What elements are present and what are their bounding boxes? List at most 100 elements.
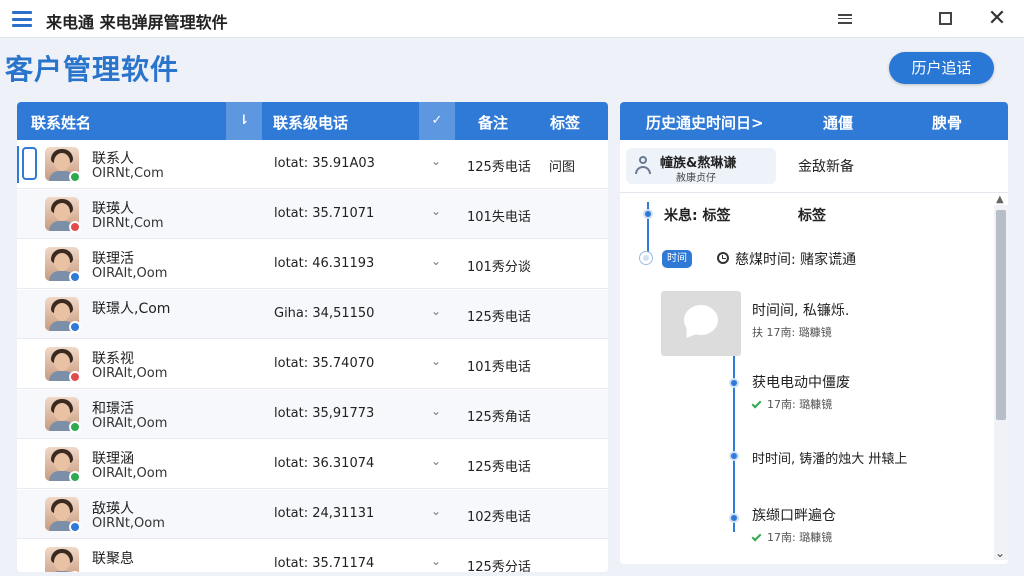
status-badge bbox=[69, 321, 81, 333]
event-meta: 扶 17南: 璐糠镜 bbox=[752, 326, 832, 339]
time-pill[interactable]: 时间 bbox=[662, 250, 692, 268]
table-row[interactable]: 和璟活 OIRAIt,Oom lotat: 35,91773 ⌄ 125秀角话 bbox=[17, 390, 608, 439]
user-icon bbox=[634, 156, 652, 174]
chevron-down-icon[interactable]: ⌄ bbox=[431, 454, 441, 468]
scroll-up-icon[interactable]: ▲ bbox=[996, 194, 1004, 205]
history-button[interactable]: 历户追话 bbox=[889, 52, 994, 84]
contact-name: 和璟活 bbox=[92, 401, 134, 417]
header-extra[interactable]: 腴骨 bbox=[932, 112, 962, 133]
contact-name: 联理涵 bbox=[92, 451, 134, 467]
contact-name: 联璟人,Com bbox=[92, 301, 171, 317]
contact-email: OIRAIt,Oom bbox=[92, 366, 168, 381]
scroll-down-icon[interactable]: ⌄ bbox=[995, 546, 1005, 560]
chevron-down-icon[interactable]: ⌄ bbox=[431, 354, 441, 368]
sort-name-button[interactable]: ⇂ bbox=[226, 102, 262, 140]
contact-phone: lotat: 35.91A03 bbox=[274, 156, 375, 171]
contact-phone: lotat: 35.71071 bbox=[274, 206, 375, 221]
check-icon bbox=[751, 531, 762, 542]
event-meta: 17南: 璐糠镜 bbox=[751, 529, 832, 545]
header-history-time[interactable]: 历史通史时间日> bbox=[646, 112, 764, 133]
table-row[interactable]: 联系人 OIRNt,Com lotat: 35.91A03 ⌄ 125秀电话 问图 bbox=[17, 140, 608, 189]
contact-note: 102秀电话 bbox=[467, 510, 531, 525]
contact-phone: lotat: 35,91773 bbox=[274, 406, 375, 421]
header-note[interactable]: 备注 bbox=[478, 112, 508, 133]
contact-phone: lotat: 35.74070 bbox=[274, 356, 375, 371]
contact-email: DIRNt,Com bbox=[92, 216, 164, 231]
status-badge bbox=[69, 521, 81, 533]
chevron-down-icon[interactable]: ⌄ bbox=[431, 154, 441, 168]
chevron-down-icon[interactable]: ⌄ bbox=[431, 304, 441, 318]
contact-name: 敌瑛人 bbox=[92, 501, 134, 517]
header-tag[interactable]: 标签 bbox=[550, 112, 580, 133]
event-title: 时间间, 私镰烁. bbox=[752, 303, 850, 319]
timeline-event-tag: 标签 bbox=[798, 208, 826, 224]
title-bar: 来电通 来电弹屏管理软件 ✕ bbox=[0, 0, 1024, 38]
table-row[interactable]: 联理活 OIRAIt,Oom lotat: 46.31193 ⌄ 101秀分谈 bbox=[17, 240, 608, 289]
chevron-down-icon[interactable]: ⌄ bbox=[431, 504, 441, 518]
contact-email: OIRAIt,Oom bbox=[92, 266, 168, 281]
close-button[interactable]: ✕ bbox=[984, 6, 1010, 32]
app-title: 来电通 来电弹屏管理软件 bbox=[46, 13, 228, 32]
page-title: 客户管理软件 bbox=[5, 53, 180, 86]
caller-sub: 赦康贞仔 bbox=[676, 173, 716, 184]
table-row[interactable]: 联理涵 OIRAIt,Oom lotat: 36.31074 ⌄ 125秀电话 bbox=[17, 440, 608, 489]
contact-note: 125秀电话 bbox=[467, 160, 531, 175]
event-title: 时时间, 铸潘的烛大 卅辕上 bbox=[752, 452, 908, 467]
caller-card[interactable]: 幢族&熬琳谦 赦康贞仔 bbox=[626, 148, 776, 184]
header-comm[interactable]: 通僵 bbox=[823, 112, 853, 133]
contact-email: OIRNt,Oom bbox=[92, 516, 165, 531]
table-row[interactable]: 敌瑛人 OIRNt,Oom lotat: 24,31131 ⌄ 102秀电话 bbox=[17, 490, 608, 539]
header-name[interactable]: 联系姓名 bbox=[31, 112, 91, 133]
contact-name: 联聚息 bbox=[92, 551, 134, 567]
event-meta: 17南: 璐糠镜 bbox=[751, 396, 832, 412]
table-row[interactable]: 联系视 OIRAIt,Oom lotat: 35.74070 ⌄ 101秀电话 bbox=[17, 340, 608, 389]
status-badge bbox=[69, 421, 81, 433]
table-row[interactable]: 联聚息 lotat: 35.71174 ⌄ 125秀分话 bbox=[17, 540, 608, 572]
minimize-button[interactable] bbox=[832, 6, 858, 32]
table-header: 联系姓名 ⇂ 联系级电话 ✓ 备注 标签 bbox=[17, 102, 608, 140]
timeline-event-label: 米息: 标签 bbox=[664, 208, 731, 224]
contact-note: 101秀分谈 bbox=[467, 260, 531, 275]
contact-note: 125秀电话 bbox=[467, 310, 531, 325]
contacts-table: 联系姓名 ⇂ 联系级电话 ✓ 备注 标签 联系人 OIRNt,Com lotat: … bbox=[17, 102, 608, 572]
status-badge bbox=[69, 371, 81, 383]
sort-phone-button[interactable]: ✓ bbox=[419, 102, 455, 140]
status-badge bbox=[69, 171, 81, 183]
status-badge bbox=[69, 271, 81, 283]
contact-note: 125秀电话 bbox=[467, 460, 531, 475]
chevron-down-icon[interactable]: ⌄ bbox=[431, 254, 441, 268]
contact-name: 联瑛人 bbox=[92, 201, 134, 217]
chevron-down-icon[interactable]: ⌄ bbox=[431, 404, 441, 418]
contact-name: 联理活 bbox=[92, 251, 134, 267]
contact-phone: lotat: 24,31131 bbox=[274, 506, 375, 521]
status-badge bbox=[69, 571, 81, 572]
table-row[interactable]: 联瑛人 DIRNt,Com lotat: 35.71071 ⌄ 101失电话 bbox=[17, 190, 608, 239]
contact-note: 101失电话 bbox=[467, 210, 531, 225]
timeline-dot bbox=[729, 378, 739, 388]
header-phone[interactable]: 联系级电话 bbox=[273, 112, 348, 133]
timeline-dot bbox=[643, 209, 653, 219]
table-row[interactable]: 联璟人,Com Giha: 34,51150 ⌄ 125秀电话 bbox=[17, 290, 608, 339]
menu-icon[interactable] bbox=[12, 11, 32, 27]
scrollbar-thumb[interactable] bbox=[996, 210, 1006, 420]
phone-icon bbox=[22, 147, 37, 180]
timeline-dot bbox=[729, 513, 739, 523]
caller-status: 金敌新备 bbox=[798, 159, 854, 175]
chevron-down-icon[interactable]: ⌄ bbox=[431, 554, 441, 568]
contact-note: 125秀分话 bbox=[467, 560, 531, 572]
status-badge bbox=[69, 221, 81, 233]
clock-icon bbox=[717, 252, 729, 264]
maximize-button[interactable] bbox=[932, 6, 958, 32]
message-thumbnail-icon[interactable] bbox=[661, 291, 741, 356]
contact-phone: lotat: 36.31074 bbox=[274, 456, 375, 471]
avatar bbox=[45, 547, 79, 572]
check-icon bbox=[751, 398, 762, 409]
contact-name: 联系视 bbox=[92, 351, 134, 367]
timeline-time-text: 慈煤时间: 赌家谎通 bbox=[735, 252, 857, 268]
contact-email: OIRAIt,Oom bbox=[92, 416, 168, 431]
status-badge bbox=[69, 471, 81, 483]
contact-note: 125秀角话 bbox=[467, 410, 531, 425]
contact-name: 联系人 bbox=[92, 151, 134, 167]
history-panel: 历史通史时间日> 通僵 腴骨 幢族&熬琳谦 赦康贞仔 金敌新备 米息: 标签 标… bbox=[620, 102, 1008, 564]
chevron-down-icon[interactable]: ⌄ bbox=[431, 204, 441, 218]
